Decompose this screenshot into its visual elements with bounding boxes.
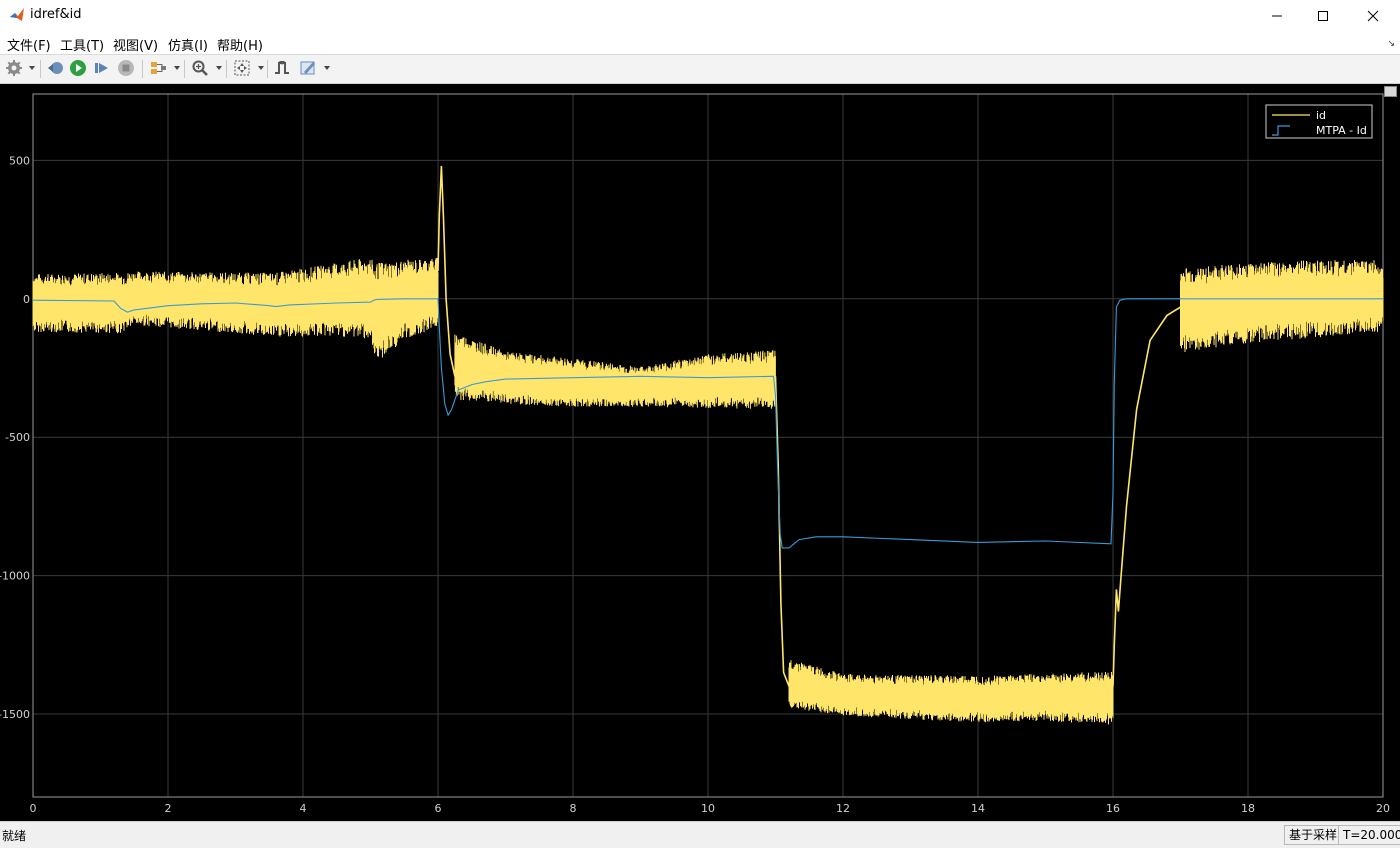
separator [184,60,185,78]
style-icon [300,61,315,75]
x-tick-label: 0 [30,802,37,815]
sim-time-indicator: T=20.000 [1338,825,1400,845]
x-tick-label: 2 [165,802,172,815]
separator [226,60,227,78]
signal-select-icon [151,62,166,74]
expand-icon[interactable] [1384,86,1397,97]
stop-icon [118,60,134,76]
y-tick-label: 0 [23,293,30,306]
dock-arrow-icon[interactable]: ↘ [1387,39,1395,49]
series-id-line [1112,306,1181,687]
menu-simulation[interactable]: 仿真(I) [168,35,208,54]
close-icon [1367,10,1379,22]
menu-file[interactable]: 文件(F) [7,35,51,54]
signal-dropdown-icon[interactable] [174,66,180,70]
zoom-icon [192,60,208,76]
step-back-icon [48,62,63,74]
title-bar: idref&id [0,0,1400,33]
x-tick-label: 18 [1241,802,1255,815]
legend[interactable]: id MTPA - Id [1265,104,1373,139]
y-tick-labels: -1500 -1000 -500 0 500 [0,154,30,721]
menu-tools[interactable]: 工具(T) [60,35,104,54]
sample-mode-indicator: 基于采样 [1284,825,1343,845]
settings-dropdown-icon[interactable] [29,66,35,70]
legend-label-id: id [1316,109,1326,122]
maximize-icon [1318,11,1328,21]
style-dropdown-icon[interactable] [324,66,330,70]
x-tick-label: 10 [701,802,715,815]
series-id-band [788,660,1114,725]
zoom-button[interactable] [191,59,211,79]
x-tick-label: 8 [570,802,577,815]
menu-bar: 文件(F) 工具(T) 视图(V) 仿真(I) 帮助(H) ↘ [0,32,1400,55]
series-id-band [32,258,439,358]
separator [142,60,143,78]
close-button[interactable] [1350,0,1396,32]
separator [40,60,41,78]
stop-button[interactable] [117,59,137,79]
series-id-line [774,376,790,687]
zoom-dropdown-icon[interactable] [216,66,222,70]
x-tick-label: 16 [1106,802,1120,815]
trigger-icon [275,61,289,74]
grid [32,94,1384,797]
step-forward-icon [95,63,108,73]
signal-select-button[interactable] [149,59,169,79]
gear-icon [6,60,22,76]
step-forward-button[interactable] [93,59,113,79]
fit-view-button[interactable] [233,59,253,79]
step-back-button[interactable] [46,59,66,79]
series-id-band [454,334,776,409]
settings-button[interactable] [5,59,25,79]
trigger-button[interactable] [273,59,293,79]
y-tick-label: -500 [5,431,30,444]
separator [267,60,268,78]
y-tick-label: -1500 [0,708,30,721]
x-tick-label: 4 [300,802,307,815]
fit-view-dropdown-icon[interactable] [258,66,264,70]
window-title: idref&id [30,7,82,22]
menu-view[interactable]: 视图(V) [113,35,158,54]
matlab-logo-icon [10,8,24,21]
x-tick-label: 12 [836,802,850,815]
style-button[interactable] [299,59,319,79]
x-tick-label: 20 [1376,802,1390,815]
run-button[interactable] [69,59,89,79]
x-tick-label: 14 [971,802,985,815]
minimize-button[interactable] [1254,0,1300,32]
toolbar [0,55,1400,84]
x-tick-labels: 0 2 4 6 8 10 12 14 16 18 20 [30,802,1391,815]
scope-plot[interactable]: 0 2 4 6 8 10 12 14 16 18 20 -1500 -1000 -500 0 500 id … [0,84,1400,821]
fit-view-icon [234,60,250,76]
status-bar: 就绪 基于采样 T=20.000 [0,821,1400,848]
y-tick-label: 500 [9,154,30,167]
series-id-band [1180,260,1384,352]
menu-help[interactable]: 帮助(H) [217,35,263,54]
legend-label-mtpa: MTPA - Id [1316,124,1367,137]
y-tick-label: -1000 [0,570,30,583]
maximize-button[interactable] [1300,0,1346,32]
run-icon [70,60,86,76]
status-message: 就绪 [2,829,27,843]
scope-chart[interactable]: 0 2 4 6 8 10 12 14 16 18 20 -1500 -1000 -500 0 500 id … [0,84,1400,821]
minimize-icon [1272,15,1282,17]
x-tick-label: 6 [435,802,442,815]
